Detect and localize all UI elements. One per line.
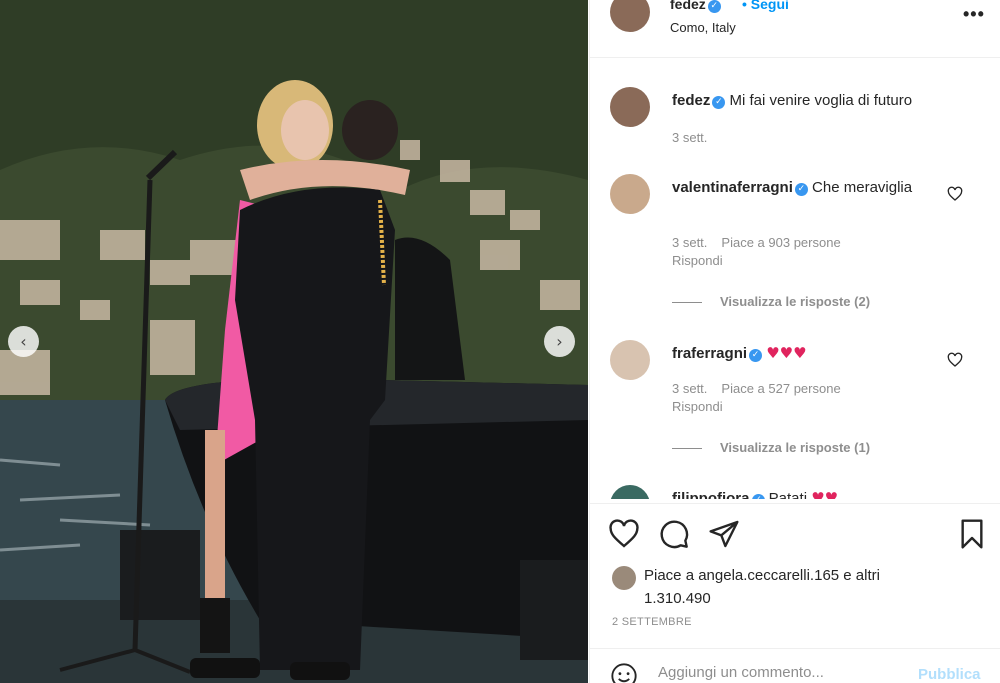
view-replies-button[interactable]: Visualizza le risposte (2): [672, 294, 870, 309]
comment-body: Patati: [768, 490, 808, 499]
view-replies-label: Visualizza le risposte (1): [720, 440, 871, 455]
comment-username[interactable]: filippofiora: [672, 490, 750, 499]
comment-time: 3 sett.: [672, 381, 708, 396]
caption-avatar[interactable]: [610, 87, 650, 127]
like-comment-heart-icon[interactable]: [947, 186, 963, 202]
photo-image: [0, 0, 588, 683]
emoji-smiley-icon[interactable]: [610, 662, 638, 683]
author-username[interactable]: fedez ✓: [670, 0, 721, 13]
like-comment-heart-icon[interactable]: [947, 352, 963, 368]
heart-emoji-icon: ♥♥♥: [766, 344, 807, 362]
likes-text: Piace a angela.ceccarelli.165 e altri 1.…: [644, 567, 880, 607]
post-photo[interactable]: ‹ ›: [0, 0, 588, 683]
liker-avatar: [612, 566, 636, 590]
view-replies-button[interactable]: Visualizza le risposte (1): [672, 440, 870, 455]
comment-avatar[interactable]: [610, 340, 650, 380]
view-replies-label: Visualizza le risposte (2): [720, 294, 871, 309]
share-send-icon[interactable]: [708, 518, 740, 550]
comment-time: 3 sett.: [672, 235, 708, 250]
caption-body: Mi fai venire voglia di futuro: [729, 92, 913, 109]
reply-button[interactable]: Rispondi: [672, 252, 723, 270]
comment-text: fraferragni ✓ ♥♥♥: [672, 342, 942, 365]
caption-text: fedez ✓ Mi fai venire voglia di futuro: [672, 89, 942, 112]
comment-body: Che meraviglia: [812, 179, 913, 196]
comment-likes[interactable]: Piace a 527 persone: [721, 381, 840, 396]
comment-input[interactable]: [658, 664, 908, 681]
comment-avatar[interactable]: [610, 174, 650, 214]
comment-meta: 3 sett. Piace a 527 persone: [672, 380, 855, 398]
heart-emoji-icon: ♥♥: [811, 489, 839, 499]
more-options-button[interactable]: •••: [963, 4, 985, 25]
add-comment-bar: Pubblica: [590, 648, 1000, 683]
comment-username[interactable]: valentinaferragni: [672, 179, 793, 196]
caption-time: 3 sett.: [672, 130, 708, 145]
comment-likes[interactable]: Piace a 903 persone: [721, 235, 840, 250]
post-side-panel: fedez ✓ • Segui Como, Italy ••• fedez ✓ Mi…: [589, 0, 1000, 683]
verified-badge-icon: ✓: [749, 349, 763, 362]
post-header: fedez ✓ • Segui Como, Italy •••: [590, 0, 1000, 58]
follow-label: Segui: [750, 0, 789, 12]
comment-text: valentinaferragni ✓ Che meraviglia: [672, 176, 942, 199]
dot-separator: •: [742, 0, 751, 12]
replies-divider: [672, 448, 702, 450]
comment-meta: 3 sett. Piace a 903 persone: [672, 234, 855, 252]
comments-list[interactable]: fedez ✓ Mi fai venire voglia di futuro 3 …: [590, 59, 1000, 499]
like-heart-icon[interactable]: [608, 518, 640, 550]
comment-username[interactable]: fraferragni: [672, 345, 747, 362]
reply-button[interactable]: Rispondi: [672, 398, 723, 416]
comment-avatar[interactable]: [610, 485, 650, 499]
caption-username[interactable]: fedez: [672, 92, 710, 109]
comment-bubble-icon[interactable]: [658, 518, 690, 550]
author-username-text: fedez: [670, 0, 706, 12]
save-bookmark-icon[interactable]: [956, 518, 988, 550]
carousel-next-button[interactable]: ›: [544, 326, 575, 357]
comment-text: filippofiora✓ Patati ♥♥: [672, 487, 942, 499]
carousel-prev-button[interactable]: ‹: [8, 326, 39, 357]
author-avatar[interactable]: [610, 0, 650, 32]
replies-divider: [672, 302, 702, 304]
verified-badge-icon: ✓: [794, 183, 808, 196]
post-location[interactable]: Como, Italy: [670, 20, 736, 35]
chevron-left-icon: ‹: [20, 332, 27, 351]
publish-button[interactable]: Pubblica: [918, 666, 981, 683]
verified-badge-icon: ✓: [751, 494, 765, 499]
chevron-right-icon: ›: [556, 332, 563, 351]
verified-badge-icon: ✓: [707, 0, 721, 13]
post-date: 2 SETTEMBRE: [612, 616, 692, 628]
follow-button[interactable]: • Segui: [742, 0, 789, 12]
verified-badge-icon: ✓: [712, 96, 726, 109]
